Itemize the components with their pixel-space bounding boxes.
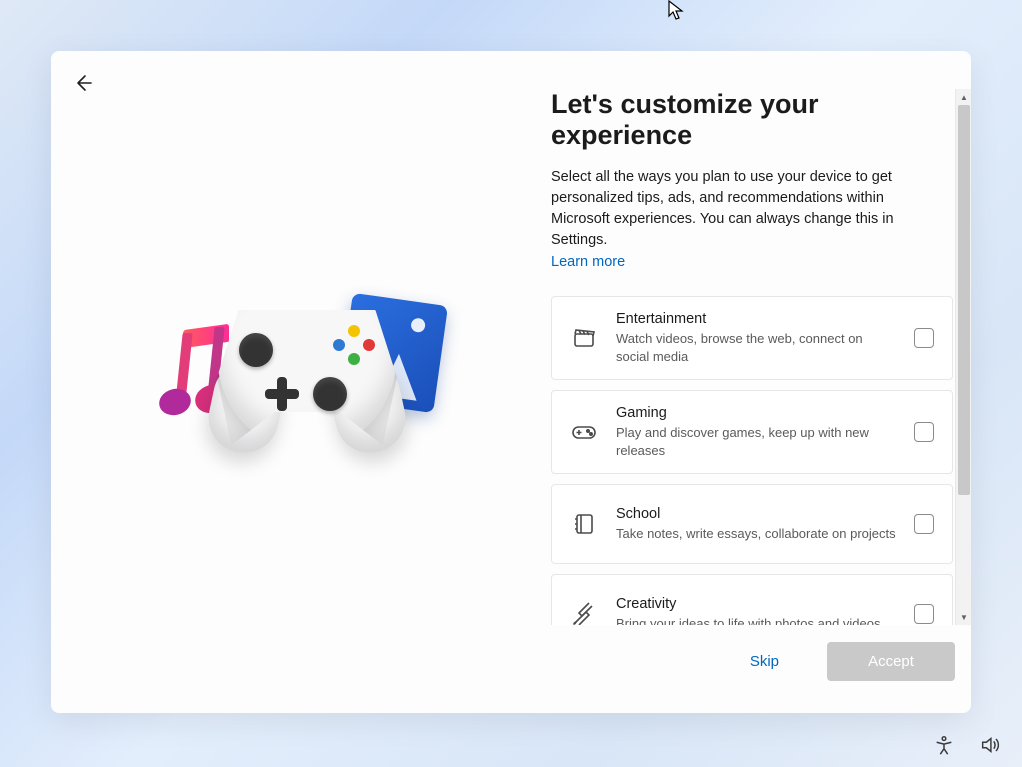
scroll-up-icon[interactable]: ▲	[956, 89, 971, 105]
accept-button[interactable]: Accept	[827, 642, 955, 681]
option-checkbox[interactable]	[914, 604, 934, 624]
option-desc: Take notes, write essays, collaborate on…	[616, 525, 896, 543]
footer-actions: Skip Accept	[551, 625, 971, 697]
option-desc: Bring your ideas to life with photos and…	[616, 615, 896, 625]
option-checkbox[interactable]	[914, 422, 934, 442]
learn-more-link[interactable]: Learn more	[551, 254, 625, 270]
notebook-icon	[570, 512, 598, 536]
mouse-cursor-icon	[668, 0, 684, 22]
brush-pencil-icon	[570, 602, 598, 625]
game-controller-icon	[217, 295, 397, 445]
hero-illustration	[161, 287, 441, 477]
system-tray	[932, 733, 1002, 757]
option-label: Creativity	[616, 596, 896, 612]
option-label: Gaming	[616, 405, 896, 421]
page-title: Let's customize your experience	[551, 89, 955, 151]
illustration-pane	[51, 51, 551, 713]
back-button[interactable]	[73, 73, 93, 93]
volume-button[interactable]	[978, 733, 1002, 757]
clapperboard-icon	[570, 326, 598, 350]
scroll-area: Let's customize your experience Select a…	[551, 89, 971, 625]
scroll-down-icon[interactable]: ▼	[956, 609, 971, 625]
accessibility-button[interactable]	[932, 733, 956, 757]
scrollbar[interactable]: ▲ ▼	[955, 89, 971, 625]
option-school[interactable]: School Take notes, write essays, collabo…	[551, 484, 953, 564]
right-pane: Let's customize your experience Select a…	[551, 51, 971, 713]
skip-button[interactable]: Skip	[722, 643, 807, 680]
scroll-thumb[interactable]	[958, 105, 970, 495]
option-checkbox[interactable]	[914, 328, 934, 348]
option-label: School	[616, 506, 896, 522]
content-row: Let's customize your experience Select a…	[51, 51, 971, 713]
page-subtitle: Select all the ways you plan to use your…	[551, 167, 931, 251]
oobe-panel: Let's customize your experience Select a…	[51, 51, 971, 713]
option-list: Entertainment Watch videos, browse the w…	[551, 296, 955, 625]
option-desc: Watch videos, browse the web, connect on…	[616, 330, 896, 365]
option-desc: Play and discover games, keep up with ne…	[616, 424, 896, 459]
gamepad-icon	[570, 420, 598, 444]
option-gaming[interactable]: Gaming Play and discover games, keep up …	[551, 390, 953, 474]
option-creativity[interactable]: Creativity Bring your ideas to life with…	[551, 574, 953, 625]
option-checkbox[interactable]	[914, 514, 934, 534]
option-label: Entertainment	[616, 311, 896, 327]
option-entertainment[interactable]: Entertainment Watch videos, browse the w…	[551, 296, 953, 380]
